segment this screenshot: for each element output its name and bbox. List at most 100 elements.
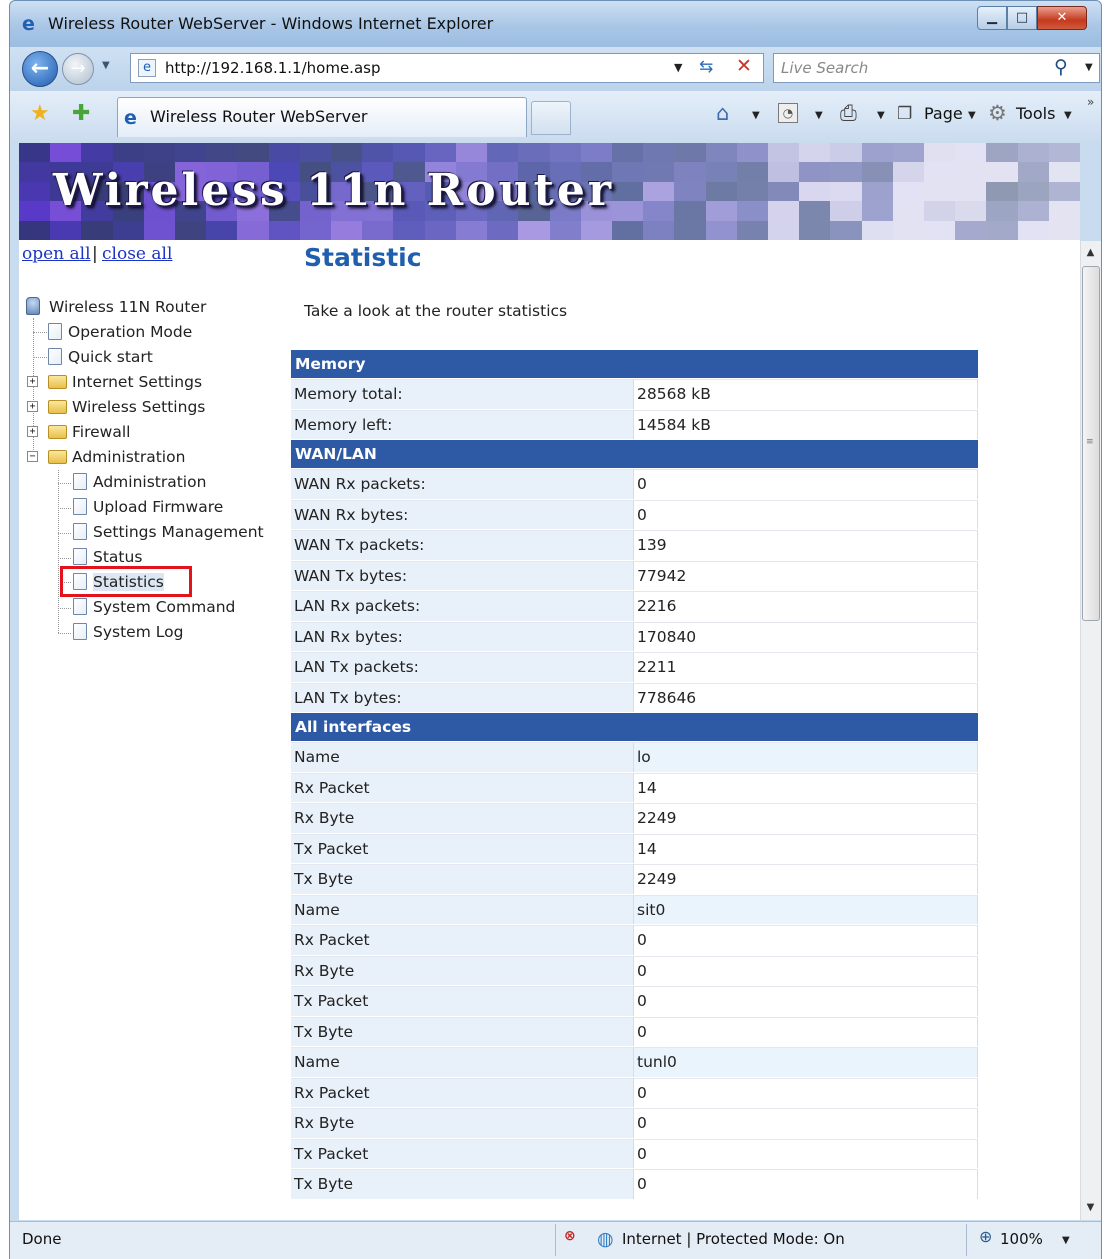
page-menu-dropdown[interactable]: ▼ [968,110,976,121]
sidebar-item-operation-mode[interactable]: Operation Mode [48,321,192,343]
sidebar-subitem-status[interactable]: Status [73,546,142,568]
document-icon [73,473,87,490]
page-description: Take a look at the router statistics [304,302,568,320]
maximize-button[interactable]: □ [1007,6,1037,30]
stat-label: Rx Byte [291,803,634,833]
banner-tile [830,162,863,183]
home-icon[interactable]: ⌂ [716,101,729,125]
banner-tile [549,143,582,164]
collapse-minus-icon[interactable]: − [27,451,38,462]
banner-tile [643,181,676,203]
status-divider [555,1224,556,1256]
open-all-link[interactable]: open all [22,244,91,264]
sidebar-item-internet-settings[interactable]: Internet Settings [48,371,202,393]
stat-value: 14 [634,772,978,802]
zoom-dropdown[interactable]: ▼ [1062,1235,1070,1246]
banner-tile [892,201,925,222]
expand-plus-icon[interactable]: + [27,376,38,387]
popup-blocked-icon[interactable]: ⊗ [564,1228,584,1248]
page-menu[interactable]: Page [924,104,963,123]
add-favorites-icon[interactable]: ✚ [72,101,90,126]
stat-label: Tx Byte [291,1016,634,1046]
sidebar-subitem-administration[interactable]: Administration [73,471,206,493]
zoom-level[interactable]: 100% [1000,1230,1043,1248]
print-dropdown[interactable]: ▼ [877,110,885,121]
banner-tile [674,162,707,183]
banner-tile [799,143,832,164]
chevron-more-icon[interactable]: » [1087,95,1094,109]
banner-tile [861,201,894,222]
recent-pages-dropdown[interactable]: ▼ [102,60,110,71]
banner-tile [331,143,364,164]
back-arrow-icon: ← [30,56,50,81]
tab-label[interactable]: Wireless Router WebServer [150,107,368,126]
sidebar-subitem-system-command[interactable]: System Command [73,596,235,618]
banner-tile [955,162,988,183]
feeds-icon[interactable]: ◔ [778,103,798,123]
banner-tile [143,143,177,164]
minimize-button[interactable]: ▁ [977,6,1007,30]
banner-tile [705,162,738,183]
table-row: Name tunl0 [291,1047,978,1078]
banner-tile [643,162,676,183]
close-all-link[interactable]: close all [102,244,172,264]
address-url[interactable]: http://192.168.1.1/home.asp [165,59,380,77]
expand-plus-icon[interactable]: + [27,426,38,437]
folder-icon [48,400,67,414]
banner-tile [19,201,52,222]
favorites-star-icon[interactable]: ★ [30,101,50,126]
close-button[interactable]: ✕ [1037,6,1087,30]
sidebar-item-wireless-settings[interactable]: Wireless Settings [48,396,205,418]
banner-tile [861,162,894,183]
sidebar-subitem-upload-firmware[interactable]: Upload Firmware [73,496,223,518]
banner-tile [19,220,52,240]
banner-tile [299,143,333,164]
stat-label: Rx Byte [291,955,634,985]
home-dropdown[interactable]: ▼ [752,110,760,121]
feeds-dropdown[interactable]: ▼ [815,110,823,121]
print-icon[interactable]: ⎙ [840,101,857,126]
chevron-down-icon: ▼ [877,110,885,121]
security-zone-text[interactable]: Internet | Protected Mode: On [622,1230,845,1248]
tools-menu[interactable]: Tools [1016,104,1055,123]
expand-plus-icon[interactable]: + [27,401,38,412]
tree-root-router[interactable]: Wireless 11N Router [26,296,206,318]
refresh-button[interactable]: ⇆ [699,57,713,77]
sidebar-subitem-settings-management[interactable]: Settings Management [73,521,264,543]
stat-label: Memory total: [291,379,634,409]
banner-tile [986,181,1019,203]
back-button[interactable]: ← [22,51,58,87]
sidebar-item-label: System Log [93,623,184,641]
banner-tile [643,143,676,164]
banner-tile [611,143,645,164]
banner-tile [736,181,769,203]
search-options-dropdown[interactable]: ▼ [1085,62,1093,73]
zoom-icon[interactable]: ⊕ [979,1227,992,1246]
sidebar-subitem-system-log[interactable]: System Log [73,621,183,643]
stop-button[interactable]: ✕ [736,55,752,77]
chevron-down-icon: ▼ [815,110,823,121]
scroll-down-arrow-icon[interactable]: ▼ [1080,1196,1101,1220]
sidebar-item-administration[interactable]: Administration [48,446,185,468]
stat-value: 28568 kB [634,379,978,409]
search-icon[interactable]: ⚲ [1054,56,1068,78]
sidebar-item-firewall[interactable]: Firewall [48,421,130,443]
banner-tile [237,220,270,240]
address-dropdown[interactable]: ▼ [674,61,682,74]
stat-label: Tx Packet [291,986,634,1016]
forward-button[interactable]: → [62,53,94,85]
folder-icon [48,425,67,439]
banner-tile [643,220,676,240]
scroll-up-arrow-icon[interactable]: ▲ [1080,241,1101,265]
ie-logo-icon: e [22,13,35,35]
banner-tile [362,220,395,240]
chevron-down-icon: ▼ [102,60,110,71]
stat-value: 139 [634,530,978,560]
tools-menu-dropdown[interactable]: ▼ [1064,110,1072,121]
banner-title: Wireless 11n Router [53,165,615,216]
banner-tile [143,220,177,240]
search-placeholder[interactable]: Live Search [781,59,868,77]
sidebar-item-quick-start[interactable]: Quick start [48,346,153,368]
new-tab-button[interactable] [531,101,571,135]
stat-label: Name [291,1047,634,1077]
